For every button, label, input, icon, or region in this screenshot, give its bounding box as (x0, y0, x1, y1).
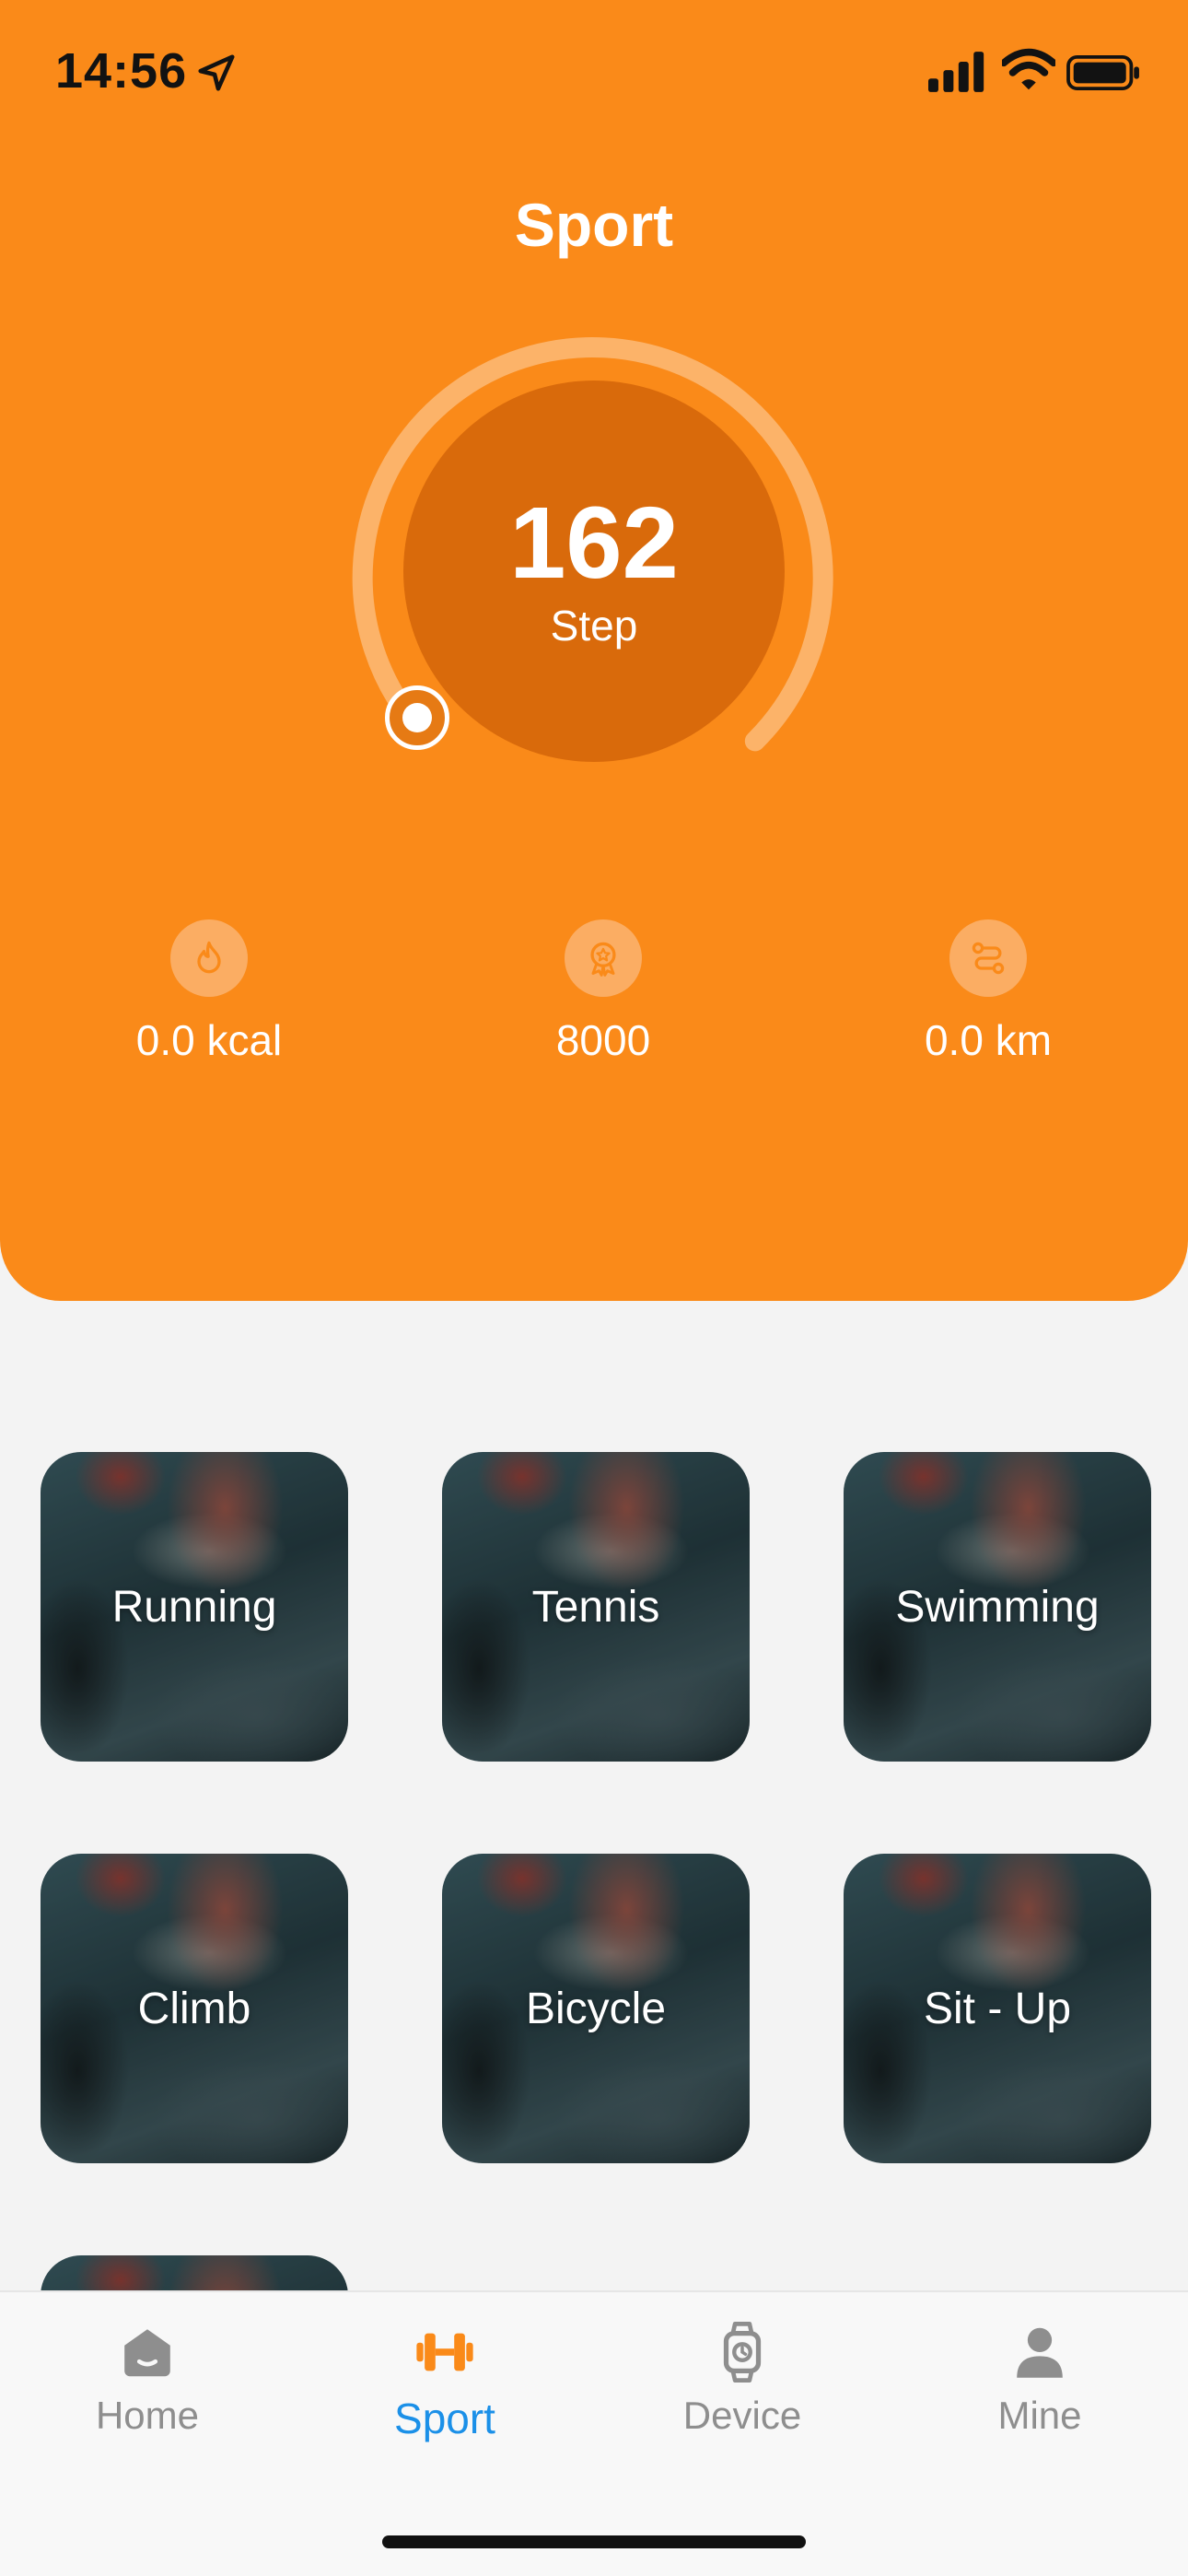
tab-bar: Home Sport Device Mine (0, 2290, 1188, 2576)
wifi-icon (1002, 48, 1055, 90)
progress-knob (385, 685, 449, 750)
watch-icon (723, 2322, 762, 2383)
home-indicator[interactable] (382, 2535, 806, 2548)
medal-icon (565, 919, 642, 997)
flame-icon (170, 919, 248, 997)
status-time: 14:56 (55, 43, 188, 99)
sport-summary-header: 14:56 Sport 162 Step 0.0 kcal 8000 0.0 k… (0, 0, 1188, 1301)
location-arrow-icon (198, 54, 235, 91)
tab-sport[interactable]: Sport (325, 2320, 565, 2443)
tab-home[interactable]: Home (28, 2320, 267, 2438)
distance-value: 0.0 km (924, 1016, 1053, 1064)
sport-card-label: Running (111, 1582, 277, 1632)
sport-card-label: Swimming (895, 1582, 1100, 1632)
step-goal-stat: 8000 (465, 919, 741, 1065)
distance-stat: 0.0 km (850, 919, 1126, 1065)
person-icon (1017, 2327, 1063, 2378)
sport-card-sit-up[interactable]: Sit - Up (844, 1854, 1151, 2163)
tab-mine-label: Mine (997, 2394, 1082, 2437)
sport-card-running[interactable]: Running (41, 1452, 348, 1762)
tab-device-label: Device (682, 2394, 802, 2437)
dumbbell-icon (416, 2333, 473, 2371)
step-goal-value: 8000 (555, 1016, 651, 1064)
sport-card-label: Sit - Up (923, 1984, 1072, 2033)
tab-home-label: Home (95, 2394, 200, 2437)
tab-sport-label: Sport (394, 2395, 495, 2442)
tab-device[interactable]: Device (623, 2320, 862, 2438)
sport-card-label: Tennis (531, 1582, 660, 1632)
status-bar: 14:56 (0, 0, 1188, 147)
sport-card-label: Bicycle (525, 1984, 667, 2033)
sport-card-climb[interactable]: Climb (41, 1854, 348, 2163)
page-title: Sport (514, 191, 674, 259)
sport-card-swimming[interactable]: Swimming (844, 1452, 1151, 1762)
home-icon (124, 2329, 170, 2377)
sport-card-tennis[interactable]: Tennis (442, 1452, 750, 1762)
step-count: 162 (509, 486, 679, 600)
calories-stat: 0.0 kcal (71, 919, 347, 1065)
battery-icon (1066, 55, 1139, 90)
route-icon (949, 919, 1027, 997)
tab-mine[interactable]: Mine (920, 2320, 1159, 2438)
sport-card-label: Climb (137, 1984, 251, 2033)
signal-icon (928, 52, 984, 92)
calories-value: 0.0 kcal (135, 1016, 283, 1064)
step-label: Step (550, 602, 638, 650)
sport-card-bicycle[interactable]: Bicycle (442, 1854, 750, 2163)
